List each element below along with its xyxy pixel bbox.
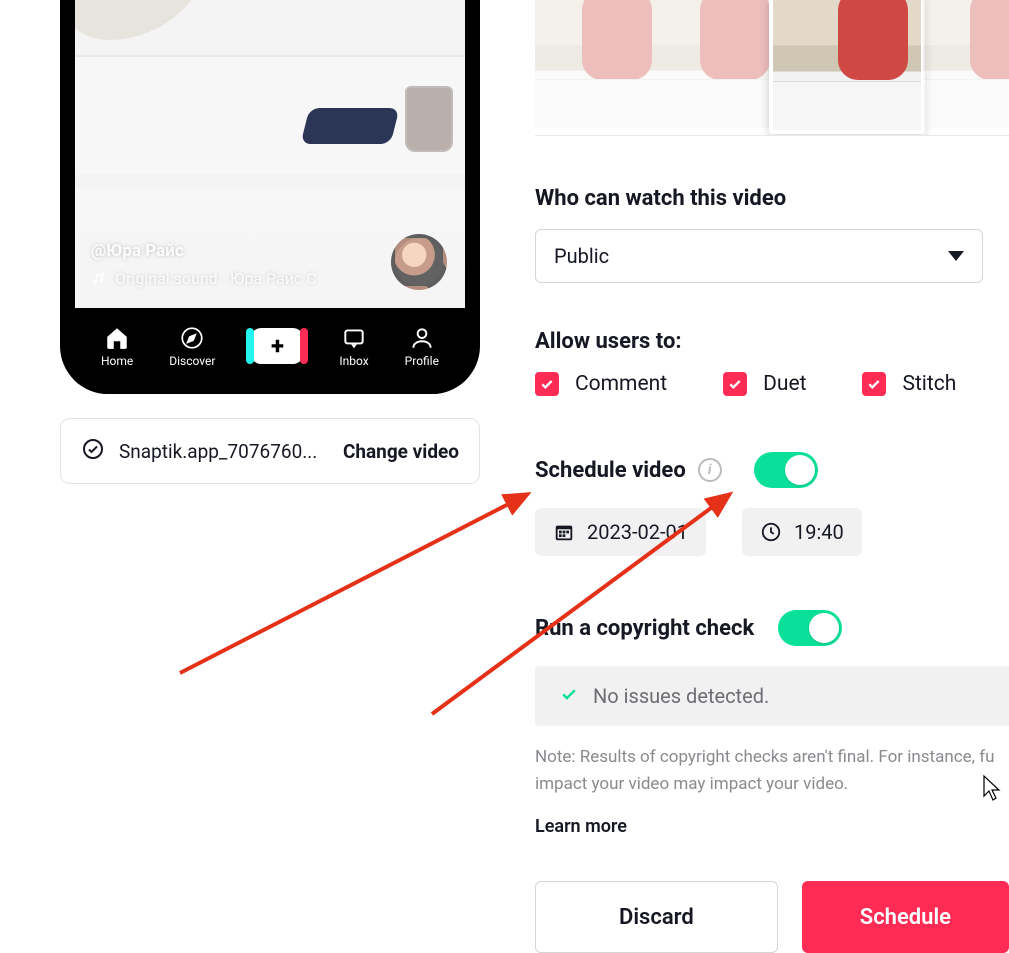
cover-frame[interactable] <box>535 0 653 128</box>
video-preview[interactable]: @Юра Райс Original sound - Юра Райс С <box>75 0 465 308</box>
schedule-time-input[interactable]: 19:40 <box>742 508 862 556</box>
allow-duet-checkbox[interactable]: Duet <box>723 372 806 396</box>
music-note-icon <box>91 271 107 287</box>
cover-picker[interactable] <box>535 0 1009 136</box>
sound-disc-avatar[interactable] <box>391 234 447 290</box>
uploaded-filename: Snaptik.app_7076760... <box>119 440 329 463</box>
checkbox-checked-icon <box>723 372 747 396</box>
nav-home[interactable]: Home <box>101 325 133 367</box>
inbox-icon <box>341 325 367 351</box>
nav-profile[interactable]: Profile <box>405 325 439 367</box>
home-icon <box>104 325 130 351</box>
cover-frame[interactable] <box>653 0 771 128</box>
cover-frame[interactable] <box>923 0 1009 128</box>
caption-sound: Original sound - Юра Райс С <box>91 269 317 288</box>
nav-create-button[interactable]: + <box>251 328 303 364</box>
profile-icon <box>409 325 435 351</box>
info-icon[interactable]: i <box>698 458 722 482</box>
phone-bottom-nav: Home Discover + Inbox Profile <box>75 308 465 394</box>
check-icon <box>559 684 579 709</box>
caption-username: @Юра Райс <box>91 241 317 261</box>
phone-preview: @Юра Райс Original sound - Юра Райс С Ho… <box>60 0 480 394</box>
allow-comment-checkbox[interactable]: Comment <box>535 372 667 396</box>
compass-icon <box>179 325 205 351</box>
schedule-button[interactable]: Schedule <box>802 881 1009 953</box>
allow-users-label: Allow users to: <box>535 329 1009 354</box>
schedule-toggle[interactable] <box>754 452 818 488</box>
change-video-link[interactable]: Change video <box>343 440 459 463</box>
schedule-date-input[interactable]: 2023-02-01 <box>535 508 706 556</box>
clock-icon <box>760 521 782 543</box>
copyright-toggle[interactable] <box>778 610 842 646</box>
schedule-label: Schedule video <box>535 458 686 483</box>
check-circle-icon <box>81 437 105 465</box>
video-caption: @Юра Райс Original sound - Юра Райс С <box>91 241 317 288</box>
learn-more-link[interactable]: Learn more <box>535 816 1009 837</box>
discard-button[interactable]: Discard <box>535 881 778 953</box>
privacy-value: Public <box>554 244 609 268</box>
allow-stitch-checkbox[interactable]: Stitch <box>862 372 956 396</box>
chevron-down-icon <box>948 251 964 261</box>
calendar-icon <box>553 521 575 543</box>
nav-inbox[interactable]: Inbox <box>339 325 368 367</box>
privacy-select[interactable]: Public <box>535 229 983 283</box>
file-bar: Snaptik.app_7076760... Change video <box>60 418 480 484</box>
checkbox-checked-icon <box>862 372 886 396</box>
nav-discover[interactable]: Discover <box>169 325 215 367</box>
copyright-note: Note: Results of copyright checks aren't… <box>535 744 1009 798</box>
checkbox-checked-icon <box>535 372 559 396</box>
copyright-result: No issues detected. <box>535 666 1009 726</box>
copyright-label: Run a copyright check <box>535 616 754 641</box>
cover-frame-selected[interactable] <box>771 0 923 128</box>
privacy-label: Who can watch this video <box>535 186 1009 211</box>
